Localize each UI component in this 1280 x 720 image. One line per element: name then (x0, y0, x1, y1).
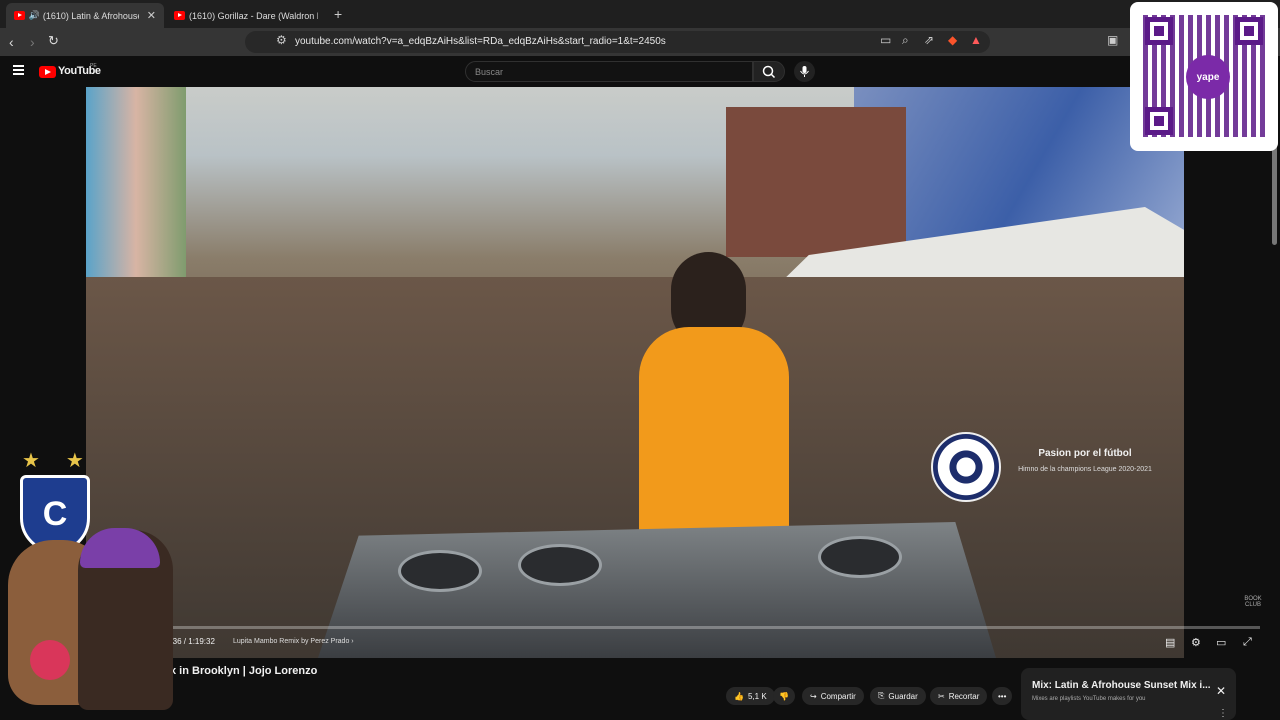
search-placeholder: Buscar (475, 67, 504, 77)
qr-finder-mark (1235, 17, 1263, 45)
clip-label: Recortar (948, 691, 980, 701)
forward-button[interactable]: › (30, 34, 35, 50)
now-playing-subtitle: Himno de la champions League 2020-2021 (1018, 466, 1152, 473)
brave-shield-icon[interactable]: ◆ (948, 33, 957, 47)
rewards-icon[interactable]: ▲ (970, 33, 982, 47)
like-count: 5,1 K (747, 691, 767, 701)
clip-button[interactable]: ✂ Recortar (930, 687, 988, 705)
search-button[interactable] (753, 61, 785, 82)
browser-tab-strip: 🔊 (1610) Latin & Afrohouse Sun ✕ (1610) … (0, 0, 1280, 28)
region-code: PE (90, 63, 97, 69)
chapter-title[interactable]: Lupita Mambo Remix by Perez Prado › (233, 638, 354, 645)
microphone-icon (800, 66, 809, 77)
dislike-button[interactable]: 👎 (773, 687, 795, 705)
search-icon (762, 65, 776, 79)
progress-bar[interactable] (10, 626, 1260, 629)
more-dots-icon: ••• (998, 691, 1007, 701)
fullscreen-icon[interactable]: ⤢ (1243, 636, 1252, 649)
share-label: Compartir (820, 691, 856, 701)
brick-building (726, 107, 906, 257)
bookmark-save-icon: ⎘ (878, 691, 885, 700)
address-url[interactable]: youtube.com/watch?v=a_edqBzAiHs&list=RDa… (295, 36, 666, 47)
time-display: 7:36 / 1:19:32 (166, 637, 215, 646)
playlist-title[interactable]: Mix: Latin & Afrohouse Sunset Mix i... (1032, 680, 1211, 691)
subtitles-icon[interactable]: ▤ (1165, 636, 1175, 649)
more-actions-button[interactable]: ••• (992, 687, 1013, 705)
now-playing-title: Pasion por el fútbol (1038, 448, 1132, 459)
tab-label: (1610) Latin & Afrohouse Sun (42, 10, 139, 21)
like-button[interactable]: 👍 5,1 K (726, 687, 775, 705)
share-arrow-icon: ↪ (810, 691, 817, 701)
star-icons: ★★ (22, 450, 110, 472)
sidebar-icon[interactable]: ▣ (1107, 33, 1118, 47)
hamburger-menu-icon[interactable] (13, 65, 24, 75)
video-title: x in Brooklyn | Jojo Lorenzo (170, 665, 318, 677)
chapter-label: Lupita Mambo Remix by Perez Prado (233, 638, 350, 645)
new-tab-button[interactable]: + (334, 6, 342, 22)
playlist-menu-icon[interactable]: ⋮ (1218, 708, 1228, 719)
thumbs-up-icon: 👍 (734, 691, 744, 701)
settings-gear-icon[interactable]: ⚙ (1191, 636, 1201, 649)
tab-active[interactable]: 🔊 (1610) Latin & Afrohouse Sun ✕ (6, 3, 164, 28)
share-button[interactable]: ↪ Compartir (802, 687, 864, 705)
close-tab-icon[interactable]: ✕ (147, 9, 156, 22)
qr-finder-mark (1145, 107, 1173, 135)
youtube-logo-icon[interactable] (39, 66, 56, 78)
yape-logo: yape (1186, 55, 1230, 99)
speaker-icon[interactable]: 🔊 (29, 10, 40, 21)
site-info-icon[interactable]: ⚙ (276, 33, 287, 47)
qr-finder-mark (1145, 17, 1173, 45)
save-label: Guardar (888, 691, 918, 701)
youtube-favicon-icon (14, 11, 25, 20)
cast-icon[interactable]: ▭ (880, 33, 891, 47)
now-playing-overlay: Pasion por el fútbol Himno de la champio… (1010, 448, 1160, 474)
tab-label: (1610) Gorillaz - Dare (Waldron Remi (189, 10, 318, 21)
close-playlist-icon[interactable]: ✕ (1216, 684, 1226, 698)
video-player[interactable] (86, 87, 1184, 658)
channel-watermark[interactable]: BOOK CLUB (1242, 596, 1264, 608)
jog-wheel (398, 550, 482, 592)
share-icon[interactable]: ⇗ (924, 33, 934, 47)
scissors-icon: ✂ (938, 691, 945, 701)
playlist-panel[interactable] (1021, 668, 1236, 720)
voice-search-button[interactable] (794, 61, 815, 82)
save-button[interactable]: ⎘ Guardar (870, 687, 926, 705)
theater-mode-icon[interactable]: ▭ (1216, 636, 1226, 649)
back-button[interactable]: ‹ (9, 34, 14, 50)
dj-turntables (318, 522, 996, 658)
mascot-tongue (30, 640, 70, 680)
playlist-subtitle: Mixes are playlists YouTube makes for yo… (1032, 696, 1146, 702)
tab-inactive[interactable]: (1610) Gorillaz - Dare (Waldron Remi (166, 3, 326, 28)
youtube-favicon-icon (174, 11, 186, 20)
champions-ball-icon (931, 432, 1001, 502)
jog-wheel (518, 544, 602, 586)
dj-orange-shirt (639, 327, 789, 537)
search-input[interactable] (465, 61, 753, 82)
reload-button[interactable]: ↻ (48, 33, 59, 49)
jog-wheel (818, 536, 902, 578)
thumbs-down-icon: 👎 (779, 691, 789, 701)
zoom-icon[interactable]: ⌕ (902, 33, 909, 48)
